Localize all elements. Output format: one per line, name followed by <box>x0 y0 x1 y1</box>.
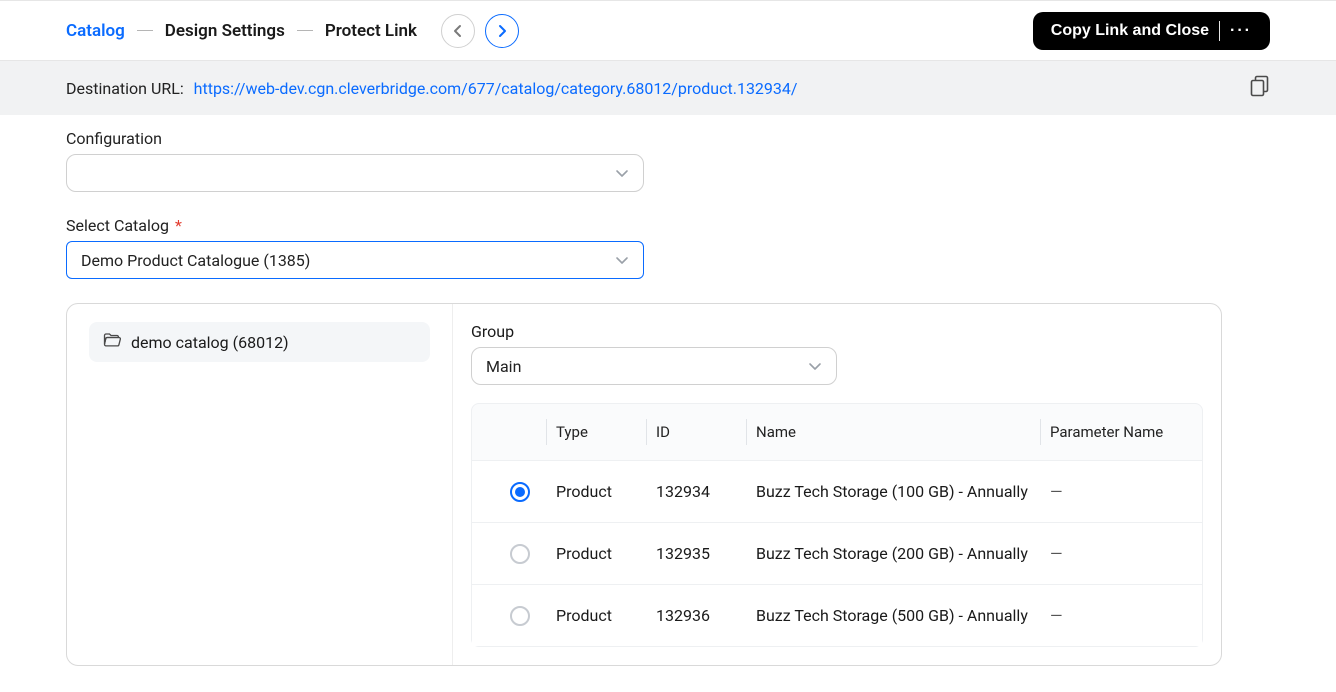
cell-type: Product <box>546 544 646 563</box>
cell-id: 132935 <box>646 544 746 563</box>
table-row[interactable]: Product132934Buzz Tech Storage (100 GB) … <box>472 460 1202 522</box>
folder-open-icon <box>103 332 121 352</box>
select-catalog-value: Demo Product Catalogue (1385) <box>81 251 310 270</box>
chevron-right-icon <box>497 24 507 38</box>
configuration-label: Configuration <box>66 129 1270 148</box>
col-name: Name <box>746 423 1040 441</box>
catalog-tree: demo catalog (68012) <box>67 304 453 665</box>
select-catalog-label: Select Catalog * <box>66 216 1270 235</box>
next-step-button[interactable] <box>485 14 519 48</box>
row-radio[interactable] <box>510 606 530 626</box>
prev-step-button[interactable] <box>441 14 475 48</box>
copy-link-and-close-button[interactable]: Copy Link and Close ··· <box>1033 12 1270 50</box>
chevron-down-icon <box>808 357 822 376</box>
chevron-down-icon <box>615 164 629 183</box>
cell-type: Product <box>546 606 646 625</box>
cell-name: Buzz Tech Storage (500 GB) - Annually <box>746 606 1040 625</box>
table-header: Type ID Name Parameter Name <box>472 404 1202 460</box>
required-indicator-icon: * <box>175 216 182 235</box>
breadcrumb-protect-link[interactable]: Protect Link <box>325 21 417 41</box>
cell-id: 132934 <box>646 482 746 501</box>
cell-name: Buzz Tech Storage (200 GB) - Annually <box>746 544 1040 563</box>
copy-url-button[interactable] <box>1250 75 1270 101</box>
breadcrumb-catalog[interactable]: Catalog <box>66 21 125 41</box>
radio-dot-icon <box>515 487 525 497</box>
chevron-down-icon <box>615 251 629 270</box>
chevron-left-icon <box>453 24 463 38</box>
select-catalog-select[interactable]: Demo Product Catalogue (1385) <box>66 241 644 279</box>
destination-url-link[interactable]: https://web-dev.cgn.cleverbridge.com/677… <box>194 79 798 98</box>
catalog-panel: demo catalog (68012) Group Main Type ID … <box>66 303 1222 666</box>
cell-parameter-name: — <box>1040 482 1190 501</box>
cell-type: Product <box>546 482 646 501</box>
breadcrumb: Catalog Design Settings Protect Link <box>66 14 519 48</box>
group-label: Group <box>471 322 1203 341</box>
cell-parameter-name: — <box>1040 544 1190 563</box>
tree-item-label: demo catalog (68012) <box>131 333 289 352</box>
more-options-icon[interactable]: ··· <box>1230 22 1252 40</box>
cell-id: 132936 <box>646 606 746 625</box>
catalog-detail: Group Main Type ID Name Parameter Name P… <box>453 304 1221 665</box>
cell-name: Buzz Tech Storage (100 GB) - Annually <box>746 482 1040 501</box>
destination-url-bar: Destination URL: https://web-dev.cgn.cle… <box>0 61 1336 115</box>
row-radio[interactable] <box>510 544 530 564</box>
group-select[interactable]: Main <box>471 347 837 385</box>
table-row[interactable]: Product132936Buzz Tech Storage (500 GB) … <box>472 584 1202 646</box>
row-radio[interactable] <box>510 482 530 502</box>
page-header: Catalog Design Settings Protect Link Cop… <box>0 1 1336 61</box>
tree-item-demo-catalog[interactable]: demo catalog (68012) <box>89 322 430 362</box>
breadcrumb-design-settings[interactable]: Design Settings <box>165 21 285 41</box>
col-param: Parameter Name <box>1040 423 1190 441</box>
button-divider <box>1219 21 1220 41</box>
group-value: Main <box>486 357 521 376</box>
destination-url-label: Destination URL: <box>66 79 184 98</box>
cell-parameter-name: — <box>1040 606 1190 625</box>
breadcrumb-separator <box>137 30 153 31</box>
breadcrumb-nav-arrows <box>441 14 519 48</box>
table-row[interactable]: Product132935Buzz Tech Storage (200 GB) … <box>472 522 1202 584</box>
copy-link-and-close-label: Copy Link and Close <box>1051 22 1209 40</box>
select-catalog-label-text: Select Catalog <box>66 216 169 235</box>
col-type: Type <box>546 423 646 441</box>
products-table: Type ID Name Parameter Name Product13293… <box>471 403 1203 647</box>
breadcrumb-separator <box>297 30 313 31</box>
copy-icon <box>1250 75 1270 97</box>
col-id: ID <box>646 423 746 441</box>
configuration-select[interactable] <box>66 154 644 192</box>
